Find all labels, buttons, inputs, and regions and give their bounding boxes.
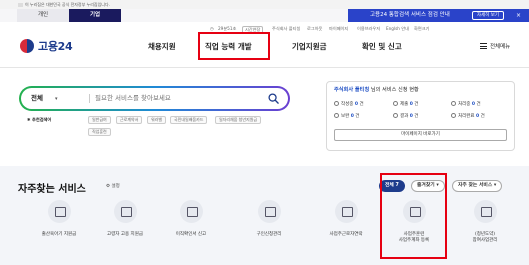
service-item[interactable]: 출산육아기 지원금 [26,200,92,238]
filter-frequent[interactable]: 자주 찾는 서비스 ▾ [452,180,503,192]
stat-completed[interactable]: 처리완료 0 건 [451,113,485,119]
service-label: 출산육아기 지원금 [41,232,77,237]
settings-label: 설정 [111,184,120,189]
close-icon[interactable]: × [516,9,521,22]
check-icon [451,113,456,118]
briefcase-icon [113,200,137,223]
stat-result[interactable]: 결과 0 건 [393,113,418,119]
gov-banner-text: 이 누리집은 대한민국 공식 전자정부 누리집입니다. [25,2,110,7]
keyword-chip[interactable]: 직업훈련 [88,128,111,136]
site-logo[interactable]: 고용24 [20,38,73,54]
mypage-link[interactable]: 마이페이지 [329,25,348,33]
recommend-label-text: 추천검색어 [31,117,52,122]
gnb-confirm-report[interactable]: 확인 및 신고 [362,41,402,52]
chevron-down-icon: ▾ [54,96,58,102]
keyword-chip[interactable]: 일반급여 [88,116,111,124]
service-item[interactable]: (청년도약) 참여사업관리 [452,200,518,244]
service-label: 이직확인서 신고 [175,232,207,237]
language-link[interactable]: Englsh 안내 [386,25,409,33]
keyword-chip[interactable]: 일자리채움 청년지원금 [215,116,262,124]
settings-link[interactable]: ⚙ 설정 [106,183,120,189]
service-item[interactable]: 고령자 고용 지원금 [92,200,158,238]
service-item[interactable]: 이직확인서 신고 [158,200,224,238]
recommend-label: ✱ 추천검색어 [27,117,51,123]
all-menu-button[interactable]: 전체메뉴 [480,42,510,50]
checklist-icon [393,113,398,118]
baby-icon [47,200,71,223]
gov-emblem-icon [20,39,34,53]
status-company: 주식회사 플티칭 [334,87,370,93]
service-label: 사업주근로자연락 [329,232,363,237]
service-label: 고령자 고용 지원금 [107,232,143,237]
presentation-icon [473,200,497,223]
search-icon[interactable] [268,93,279,104]
search-scope-label: 전체 [31,94,43,102]
service-label: 구인신청관리 [256,232,282,237]
stat-drafting[interactable]: 작성중 0 건 [334,101,364,107]
highlight-box [198,32,270,60]
refresh-icon [334,113,339,118]
all-menu-label: 전체메뉴 [490,44,511,50]
stat-processing[interactable]: 처리중 0 건 [451,101,481,107]
screen-size-control[interactable]: 화면크기 [414,25,429,33]
taegukgi-flag-icon [18,3,23,7]
highlight-box [380,173,447,259]
hamburger-icon [480,43,487,49]
chart-board-icon [334,200,358,223]
search-separator [89,94,90,103]
logout-link[interactable]: 로그아웃 [307,25,322,33]
search-bar: 전체 ▾ [19,86,290,111]
browser-link[interactable]: 이용브라우저 [357,25,380,33]
header-divider [0,67,529,68]
document-icon [393,101,398,106]
promo-text: 고용24 통합검색 서비스 점검 안내 [370,12,450,18]
service-label: (청년도약) 참여사업관리 [472,232,498,243]
logo-text: 고용24 [38,40,73,53]
gnb-employer-subsidy[interactable]: 기업지원금 [292,41,327,52]
service-item[interactable]: 사업주근로자연락 [313,200,379,238]
star-icon: ✱ [27,117,31,122]
document-icon [179,200,203,223]
gear-icon: ⚙ [106,184,111,189]
tab-personal[interactable]: 개인 [17,9,69,22]
promo-banner: 고용24 통합검색 서비스 점검 안내 자세히 보기 × [348,9,529,22]
mypage-shortcut-button[interactable]: 마이페이지 바로가기 [334,129,507,141]
stat-submitted[interactable]: 제출 0 건 [393,101,418,107]
stat-supplement[interactable]: 보완 0 건 [334,113,359,119]
company-name: 주식회사 플티칭 [272,26,301,31]
service-status-card: 주식회사 플티칭 님의 서비스 신청 현황 작성중 0 건 제출 0 건 처리중… [326,81,515,151]
promo-detail-button[interactable]: 자세히 보기 [471,11,504,20]
keyword-chip[interactable]: 국민내일배움카드 [170,116,208,124]
keyword-chip[interactable]: 근로계약서 [116,116,143,124]
search-scope-select[interactable]: 전체 ▾ [31,88,57,110]
service-item[interactable]: 구인신청관리 [236,200,302,238]
search-input[interactable] [95,88,265,109]
hourglass-icon [451,101,456,106]
people-icon [257,200,281,223]
tab-corporate[interactable]: 기업 [69,9,121,22]
pencil-icon [334,101,339,106]
keyword-chip[interactable]: 워라밸 [147,116,167,124]
status-title-suffix: 님의 서비스 신청 현황 [369,87,419,93]
gnb-recruitment[interactable]: 채용지원 [148,41,176,52]
section-title: 자주찾는 서비스 [18,184,86,195]
gov-banner: 이 누리집은 대한민국 공식 전자정부 누리집입니다. [0,0,529,9]
status-title: 주식회사 플티칭 님의 서비스 신청 현황 [334,86,419,93]
